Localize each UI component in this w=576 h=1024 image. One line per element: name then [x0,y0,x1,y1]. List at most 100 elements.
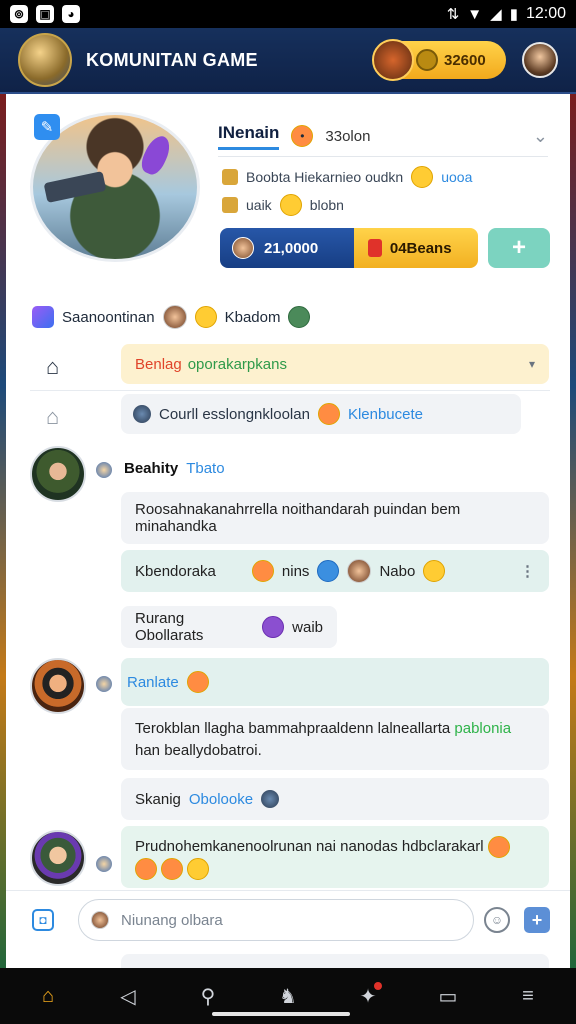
divider [218,156,548,157]
message-text: Rurang Obollarats [135,610,204,644]
coin-balance[interactable]: 32600 [372,39,506,81]
message-bubble: Prudnohemkanenoolrunan nai nanodas hdbcl… [121,826,549,888]
ping-pong-icon[interactable]: ✦ [352,980,384,1012]
book-icon [222,169,238,185]
avatar-icon [232,237,254,259]
nav-pill-text-1: Benlag [135,355,182,373]
user-avatar[interactable] [522,42,558,78]
battery-icon: ▮ [509,6,518,23]
game-icon[interactable]: ♞ [272,980,304,1012]
stat-tickets-value: 04Beans [389,239,452,257]
stat-score-value: 21,0000 [264,239,319,257]
notification-dot [374,982,382,990]
profile-info-row-2: uaik blobn [222,194,344,216]
message-bubble-partial [121,954,549,968]
nav-pill-text-2: oporakarpkans [187,355,287,373]
globe-icon [261,790,280,808]
sender-avatar[interactable] [30,830,86,886]
nav-pill-secondary[interactable]: Courll esslongnkloolan Klenbucete [121,394,521,434]
emoji-icon [423,560,446,582]
emoji-icon: • [291,125,314,147]
chevron-down-icon[interactable]: ▾ [529,357,535,371]
sender-name[interactable]: Ranlate [127,674,179,691]
emoji-icon [487,836,510,859]
level-badge [94,674,114,694]
friend-avatar [347,559,372,583]
app-header: KOMUNITAN GAME 32600 [0,28,576,94]
message-text: Roosahnakanahrrella noithandarah puindan… [135,501,461,535]
clock: 12:00 [525,5,566,22]
profile-info-accent[interactable]: uooa [441,169,472,185]
coin-icon [416,49,438,71]
message-text: Skanig [135,790,181,808]
home-indicator[interactable] [212,1012,350,1016]
nav-pill-accent[interactable]: Klenbucete [348,406,423,423]
friends-label: Saanoontinan [62,308,155,326]
search-icon[interactable]: ⚲ [192,980,224,1012]
notification-icon: ⊚ [10,5,28,23]
wifi-icon: ▼ [467,5,483,23]
chevron-down-icon[interactable]: ⌄ [533,126,548,147]
emoji-icon [411,166,434,188]
message-bubble: Kbendoraka nins Nabo ⋮ [121,550,549,592]
message-text: nins [281,562,310,580]
emoji-icon [317,560,340,582]
sender-avatar[interactable] [30,446,86,502]
nav-item-primary[interactable]: ⌂ Benlag oporakarpkans ▾ [6,344,570,386]
emoji-icon [135,858,157,881]
message-bubble: Terokblan llagha bammahpraaldenn lalneal… [121,708,549,770]
app-logo[interactable] [18,33,72,87]
level-badge [94,854,114,874]
friends-row[interactable]: Saanoontinan Kbadom [32,304,311,330]
attach-button[interactable]: + [524,907,550,933]
message-text: han beallydobatroi. [135,742,262,759]
inbox-icon[interactable]: ▭ [432,980,464,1012]
message-text: Nabo [379,562,416,580]
sender-name[interactable]: Beahity [124,460,178,477]
emoji-icon [194,306,217,328]
menu-icon[interactable]: ≡ [512,980,544,1012]
pin-icon[interactable]: ✎ [34,114,60,140]
sender-avatar[interactable] [30,658,86,714]
more-icon[interactable]: ⋮ [520,562,535,580]
message-link[interactable]: Obolooke [189,791,253,808]
stat-tickets[interactable]: 04Beans [353,228,479,268]
profile-info-row: Boobta Hiekarnieo oudkn uooa [222,166,472,188]
nav-item-secondary[interactable]: ⌂ Courll esslongnkloolan Klenbucete [6,394,570,436]
camera-icon[interactable]: ◘ [32,909,54,931]
emoji-icon [161,858,184,881]
home-icon[interactable]: ⌂ [32,980,64,1012]
friend-avatar[interactable] [162,305,187,329]
divider [30,390,550,391]
globe-icon [133,405,151,423]
message-header: Ranlate [121,658,549,706]
message-bubble: Roosahnakanahrrella noithandarah puindan… [121,492,549,544]
community-icon [32,306,54,328]
message-input[interactable]: Niunang olbara [78,899,474,941]
status-bar: ⊚ ▣ ◕ ⇅ ▼ ◢ ▮ 12:00 [0,0,576,28]
emoji-icon [187,858,210,881]
emoji-icon [251,560,274,582]
home-icon[interactable]: ⌂ [46,354,59,380]
signal-icon: ◢ [490,6,502,23]
emoji-icon [317,403,340,425]
profile-info-text: Boobta Hiekarnieo oudkn [246,169,404,185]
back-icon[interactable]: ◁ [112,980,144,1012]
message-text: Kbendoraka [135,562,216,580]
stat-score[interactable]: 21,0000 [220,228,354,268]
profile-name: INenain [218,123,280,150]
sender-tag[interactable]: Tbato [186,460,224,477]
profile-info-text-2: uaik [246,197,272,213]
user-avatar-small [91,911,109,929]
profile-info-text-3: blobn [309,197,344,213]
coin-value: 32600 [444,51,486,69]
profile-stats: 21,0000 04Beans + [220,228,550,268]
nav-pill-highlight[interactable]: Benlag oporakarpkans ▾ [121,344,549,384]
message-highlight[interactable]: pablonia [454,720,511,737]
message-composer: ◘ Niunang olbara ☺ + [6,890,570,948]
add-friend-button[interactable]: + [488,228,550,268]
emoji-icon [186,671,209,693]
home-outline-icon[interactable]: ⌂ [46,404,59,430]
gallery-icon: ▣ [36,5,54,23]
emoji-picker-icon[interactable]: ☺ [484,907,510,933]
